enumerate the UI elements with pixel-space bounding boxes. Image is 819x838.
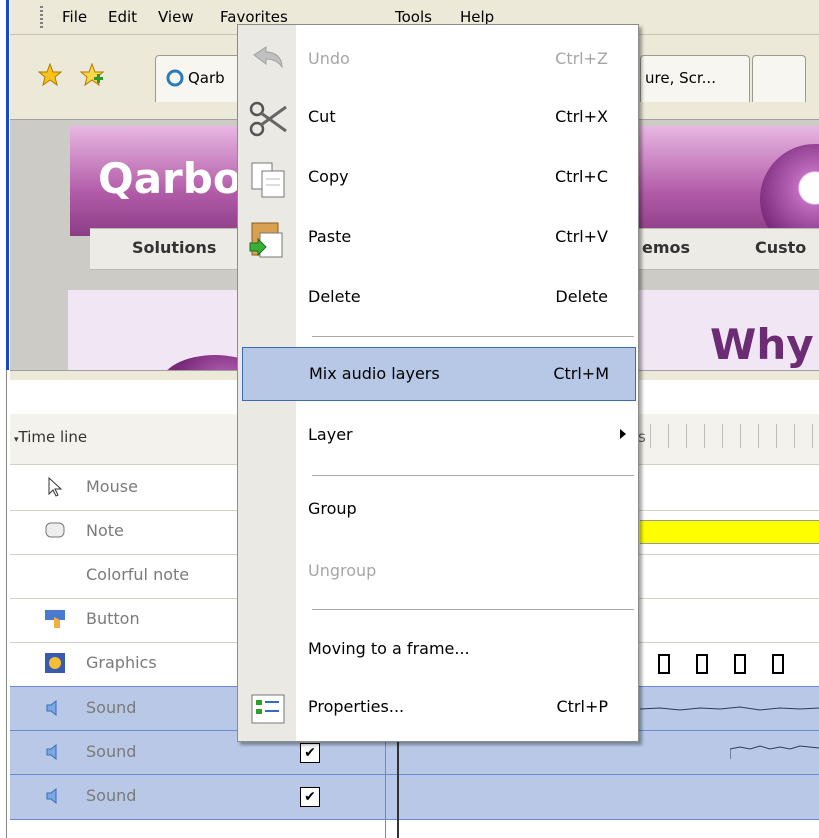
button-icon — [45, 610, 65, 628]
sound-waveform[interactable] — [640, 697, 819, 717]
toolbar-grip[interactable] — [40, 6, 43, 28]
tab-new[interactable] — [752, 55, 806, 102]
layer-checkbox[interactable]: ✔ — [300, 743, 320, 763]
tab-qarbon[interactable]: Qarb — [155, 55, 242, 102]
submenu-arrow-icon — [620, 429, 626, 439]
menu-item-label: Cut — [308, 107, 336, 126]
tab-label: Qarb — [188, 69, 225, 87]
nav-solutions[interactable]: Solutions — [132, 238, 216, 257]
window-edge — [0, 0, 10, 838]
menu-item-label: Copy — [308, 167, 349, 186]
menu-item-label: Group — [308, 499, 357, 518]
menu-item-shortcut: Ctrl+V — [555, 227, 608, 246]
graphics-keyframes[interactable] — [658, 654, 819, 674]
menu-item-label: Moving to a frame... — [308, 639, 470, 658]
layer-row-sound-3[interactable]: Sound ✔ — [10, 774, 819, 820]
speaker-icon — [46, 743, 57, 761]
undo-icon — [253, 46, 283, 69]
menu-item-label: Mix audio layers — [309, 364, 440, 383]
layer-label: Graphics — [86, 653, 157, 672]
menu-item-label: Delete — [308, 287, 361, 306]
layer-label: Sound — [86, 742, 137, 761]
menu-item-shortcut: Ctrl+P — [556, 697, 608, 716]
menu-item-label: Paste — [308, 227, 352, 246]
cursor-icon — [48, 476, 63, 497]
menu-item-group[interactable]: Group — [238, 481, 638, 539]
menu-item-paste[interactable]: Paste Ctrl+V — [238, 209, 638, 267]
note-icon — [45, 522, 65, 538]
menu-item-label: Undo — [308, 49, 350, 68]
menu-item-shortcut: Ctrl+M — [553, 364, 609, 383]
menu-item-shortcut: Delete — [555, 287, 608, 306]
favorites-star-icon[interactable] — [38, 63, 62, 87]
nav-customers[interactable]: Custo — [755, 238, 806, 257]
menu-separator — [312, 336, 634, 337]
menu-item-label: Properties... — [308, 697, 405, 716]
layer-label: Colorful note — [86, 565, 190, 584]
menu-item-undo[interactable]: Undo Ctrl+Z — [238, 31, 638, 89]
tab-label: ure, Scr... — [645, 69, 716, 87]
menu-item-layer[interactable]: Layer — [238, 407, 638, 465]
menu-edit[interactable]: Edit — [108, 8, 137, 26]
tab-favicon-icon — [166, 69, 184, 87]
menu-item-label: Ungroup — [308, 561, 377, 580]
layer-label: Note — [86, 521, 124, 540]
menu-separator — [312, 609, 634, 610]
timeline-ruler — [650, 424, 819, 448]
site-logo[interactable]: Qarbo — [98, 154, 242, 203]
menu-item-mix-audio-layers[interactable]: Mix audio layers Ctrl+M — [242, 347, 636, 401]
menu-item-ungroup[interactable]: Ungroup — [238, 543, 638, 601]
note-track-bar[interactable] — [640, 520, 819, 544]
paste-icon — [249, 222, 283, 258]
speaker-icon — [46, 787, 57, 805]
scissors-icon — [249, 101, 287, 137]
layer-label: Sound — [86, 698, 137, 717]
menu-item-cut[interactable]: Cut Ctrl+X — [238, 89, 638, 147]
menu-item-label: Layer — [308, 425, 353, 444]
timeline-ruler-label: s — [638, 428, 646, 446]
menu-file[interactable]: File — [62, 8, 87, 26]
menu-item-shortcut: Ctrl+Z — [555, 49, 608, 68]
menu-item-shortcut: Ctrl+C — [554, 167, 608, 186]
properties-icon — [251, 694, 285, 724]
sound-waveform[interactable] — [730, 737, 819, 761]
menu-view[interactable]: View — [158, 8, 194, 26]
menu-separator — [312, 475, 634, 476]
menu-item-copy[interactable]: Copy Ctrl+C — [238, 149, 638, 207]
add-favorite-icon[interactable] — [80, 63, 104, 87]
page-headline: Why ( — [710, 320, 814, 370]
nav-demos[interactable]: emos — [642, 238, 690, 257]
tab-capture[interactable]: ure, Scr... — [640, 55, 750, 102]
layer-label: Button — [86, 609, 140, 628]
context-menu: Undo Ctrl+Z Cut Ctrl+X Copy Ctrl+C Paste… — [237, 24, 639, 742]
timeline-title: ▾Time line — [14, 428, 88, 446]
menu-item-properties[interactable]: Properties... Ctrl+P — [238, 679, 638, 737]
menu-item-shortcut: Ctrl+X — [555, 107, 608, 126]
copy-icon — [251, 162, 285, 198]
menu-item-moving-to-frame[interactable]: Moving to a frame... — [238, 621, 638, 679]
speaker-icon — [46, 699, 57, 717]
menu-item-delete[interactable]: Delete Delete — [238, 269, 638, 327]
graphics-icon — [45, 653, 65, 673]
layer-label: Sound — [86, 786, 137, 805]
layer-label: Mouse — [86, 477, 138, 496]
layer-checkbox[interactable]: ✔ — [300, 787, 320, 807]
